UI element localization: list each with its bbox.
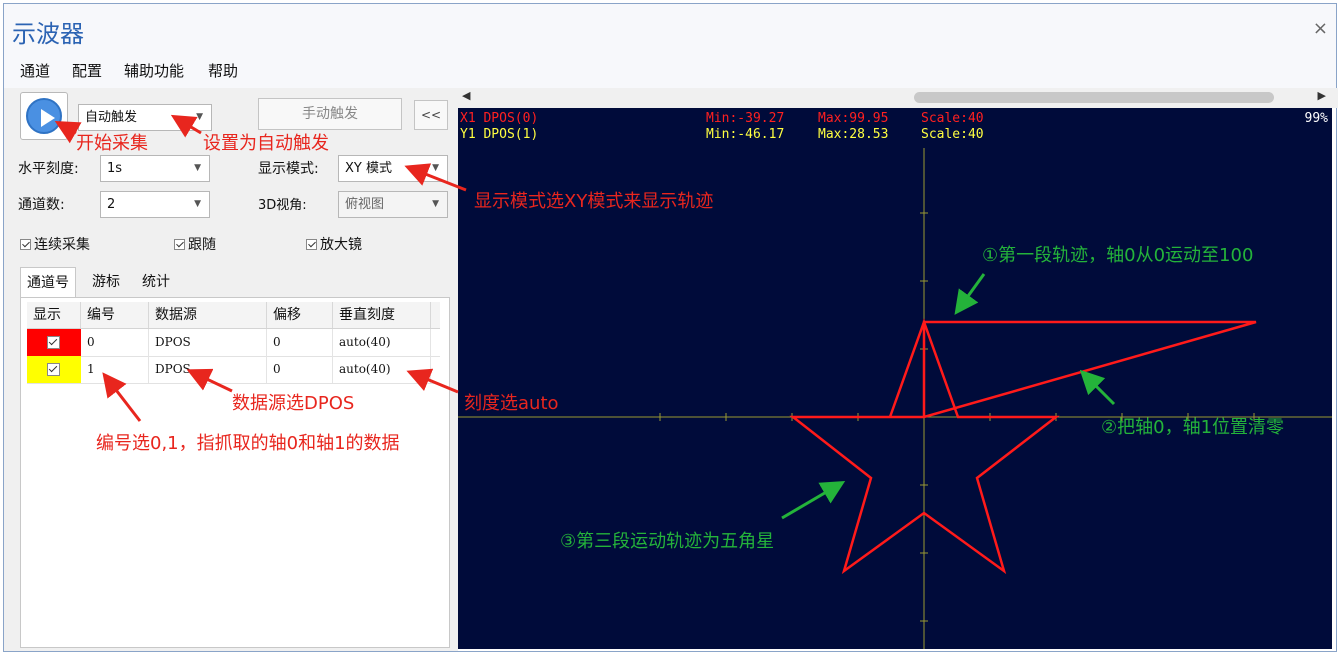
zoom-percent: 99% [1304,111,1328,126]
annotation-scale-auto: 刻度选auto [464,393,559,414]
annotation-seg1: ①第一段轨迹，轴0从0运动至100 [982,245,1254,266]
scope-axes [458,148,1332,649]
start-acquire-button[interactable] [20,92,68,140]
x-channel-scale: Scale:40 [921,111,984,126]
view3d-label: 3D视角: [258,198,307,213]
continuous-checkbox[interactable]: 连续采集 [20,234,90,254]
row-id: 0 [81,329,149,356]
channels-value: 2 [107,197,116,212]
x-channel-max: Max:99.95 [818,111,889,126]
h-scale-select[interactable]: 1s ▼ [100,155,210,182]
menu-aux[interactable]: 辅助功能 [124,60,184,81]
row-vscale[interactable]: auto(40) [333,356,431,383]
header-vscale: 垂直刻度 [333,302,431,328]
menu-bar: 通道 配置 辅助功能 帮助 [4,52,1336,88]
control-panel: 自动触发 ▼ 手动触发 << 水平刻度: 1s ▼ 显示模式: XY 模式 ▼ … [4,88,458,651]
xy-trace-line [789,318,1257,575]
title-bar: 示波器 × [4,4,1336,52]
collapse-button[interactable]: << [414,100,448,130]
h-scale-value: 1s [107,161,123,176]
row-visible-checkbox[interactable] [27,356,81,383]
table-row[interactable]: 1 DPOS 0 auto(40) [27,356,440,384]
y-channel-name: Y1 DPOS(1) [460,127,539,142]
header-source: 数据源 [149,302,267,328]
follow-label: 跟随 [188,237,216,253]
x-channel-name: X1 DPOS(0) [460,111,539,126]
y-channel-max: Max:28.53 [818,127,889,142]
oscilloscope-window: 示波器 × 通道 配置 辅助功能 帮助 自动触发 ▼ 手动触发 << 水平刻度:… [3,3,1338,652]
annotation-seg3: ③第三段运动轨迹为五角星 [560,531,775,552]
annotation-seg2: ②把轴0，轴1位置清零 [1101,417,1285,438]
tab-cursor[interactable]: 游标 [86,267,126,297]
tab-stats[interactable]: 统计 [136,267,176,297]
chevron-down-icon: ▼ [194,163,201,173]
header-offset: 偏移 [267,302,333,328]
close-icon[interactable]: × [1313,18,1328,39]
magnifier-checkbox[interactable]: 放大镜 [306,234,362,254]
h-scale-label: 水平刻度: [18,161,79,177]
y-channel-scale: Scale:40 [921,127,984,142]
continuous-label: 连续采集 [34,237,90,253]
channels-label: 通道数: [18,197,65,213]
row-visible-checkbox[interactable] [27,329,81,356]
annotation-xy-mode: 显示模式选XY模式来显示轨迹 [474,191,714,212]
channels-select[interactable]: 2 ▼ [100,191,210,218]
view3d-value: 俯视图 [345,197,385,212]
annotation-start: 开始采集 [76,133,148,154]
display-mode-label: 显示模式: [258,161,319,177]
channel-table-panel: 显示 编号 数据源 偏移 垂直刻度 0 DPOS 0 auto(40) 1 DP… [20,297,450,648]
row-offset[interactable]: 0 [267,356,333,383]
annotation-source: 数据源选DPOS [232,393,355,414]
header-show: 显示 [27,302,81,328]
chevron-down-icon: ▼ [196,112,203,122]
window-title: 示波器 [12,20,84,48]
row-id: 1 [81,356,149,383]
magnifier-label: 放大镜 [320,237,362,253]
chevron-down-icon: ▼ [432,163,439,173]
table-header: 显示 编号 数据源 偏移 垂直刻度 [27,302,440,329]
chevron-down-icon: ▼ [194,199,201,209]
annotation-auto-trigger: 设置为自动触发 [203,133,329,154]
horizontal-scrollbar[interactable]: ◀ ▶ [458,88,1338,108]
follow-checkbox[interactable]: 跟随 [174,234,216,254]
trigger-mode-select[interactable]: 自动触发 ▼ [78,104,212,131]
display-mode-select[interactable]: XY 模式 ▼ [338,155,448,182]
manual-trigger-button[interactable]: 手动触发 [258,98,402,130]
row-vscale[interactable]: auto(40) [333,329,431,356]
scroll-left-icon[interactable]: ◀ [462,89,470,102]
y-channel-min: Min:-46.17 [706,127,785,142]
menu-channel[interactable]: 通道 [20,60,50,81]
tab-bar: 通道号 游标 统计 [20,267,450,298]
play-icon [26,98,62,134]
scrollbar-thumb[interactable] [914,92,1274,103]
header-id: 编号 [81,302,149,328]
menu-help[interactable]: 帮助 [208,60,238,81]
scroll-right-icon[interactable]: ▶ [1318,89,1326,102]
row-source[interactable]: DPOS [149,356,267,383]
tab-channel[interactable]: 通道号 [20,267,76,298]
table-row[interactable]: 0 DPOS 0 auto(40) [27,329,440,357]
view3d-select[interactable]: 俯视图 ▼ [338,191,448,218]
chevron-down-icon: ▼ [432,199,439,209]
x-channel-min: Min:-39.27 [706,111,785,126]
annotation-id-note: 编号选0,1，指抓取的轴0和轴1的数据 [96,433,400,454]
row-offset[interactable]: 0 [267,329,333,356]
row-source[interactable]: DPOS [149,329,267,356]
display-mode-value: XY 模式 [345,161,392,176]
menu-config[interactable]: 配置 [72,60,102,81]
trigger-mode-value: 自动触发 [85,110,138,125]
